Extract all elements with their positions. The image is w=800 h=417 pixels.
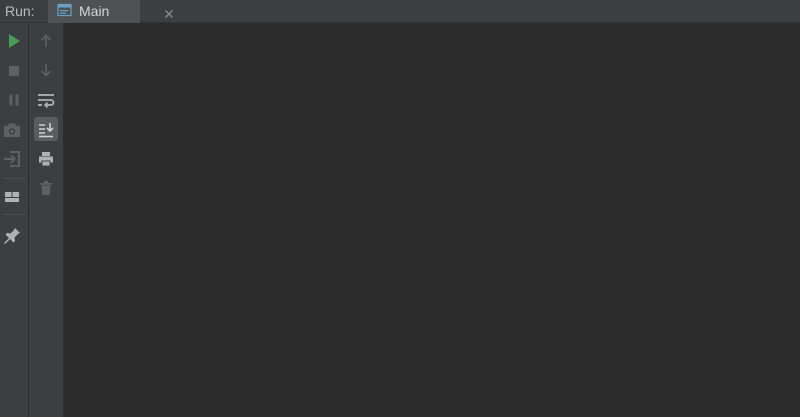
camera-icon[interactable] <box>0 118 24 142</box>
console-output[interactable] <box>64 23 800 417</box>
arrow-down-icon[interactable] <box>34 58 58 82</box>
exit-icon[interactable] <box>0 147 24 171</box>
close-icon[interactable] <box>164 6 174 18</box>
print-icon[interactable] <box>34 147 58 171</box>
console-toolbar <box>29 23 63 417</box>
console-window-icon <box>57 3 72 18</box>
arrow-up-icon[interactable] <box>34 29 58 53</box>
stop-icon[interactable] <box>2 59 26 83</box>
toolbar-separator <box>3 214 25 215</box>
trash-icon[interactable] <box>34 176 58 200</box>
toolbar-separator <box>3 178 25 179</box>
tab-main[interactable]: Main <box>48 0 173 23</box>
scroll-to-end-icon[interactable] <box>34 117 58 141</box>
run-header: Run: Main <box>0 0 800 23</box>
layout-icon[interactable] <box>0 185 24 209</box>
soft-wrap-icon[interactable] <box>34 88 58 112</box>
run-tool-window: Run: Main <box>0 0 800 417</box>
tab-main-label: Main <box>79 3 110 19</box>
play-icon[interactable] <box>2 29 26 53</box>
run-actions-toolbar <box>0 23 28 417</box>
pin-icon[interactable] <box>0 222 24 246</box>
pause-icon[interactable] <box>2 88 26 112</box>
run-label: Run: <box>5 3 35 19</box>
